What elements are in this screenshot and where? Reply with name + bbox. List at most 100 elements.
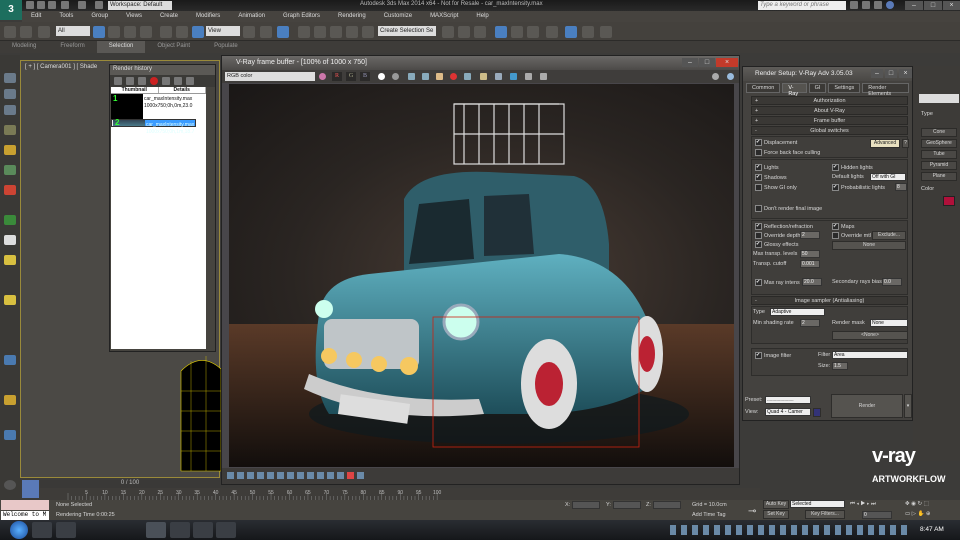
render-icon[interactable]: [4, 89, 16, 99]
close-button[interactable]: ×: [943, 1, 960, 10]
set-key-button[interactable]: Set Key: [763, 510, 789, 519]
max-transp-field[interactable]: 50: [800, 250, 820, 258]
override-depth-checkbox[interactable]: Override depth: [755, 232, 800, 239]
show-gi-only-checkbox[interactable]: Show GI only: [755, 184, 797, 191]
tab-freeform[interactable]: Freeform: [48, 41, 96, 53]
plane-button[interactable]: Plane: [921, 172, 957, 181]
rendered-image[interactable]: [229, 84, 734, 467]
viewport-nav-controls[interactable]: ✥ ◉ ↻ ⬚: [905, 501, 929, 507]
rollout-authorization[interactable]: Authorization: [751, 96, 908, 105]
exclude-button[interactable]: Exclude...: [872, 231, 906, 240]
vfb-close-button[interactable]: ×: [716, 58, 738, 67]
menu-help[interactable]: Help: [467, 11, 497, 22]
lock-view-icon[interactable]: [813, 408, 821, 417]
channel-dropdown[interactable]: RGB color: [225, 72, 315, 81]
clock[interactable]: 8:47 AM: [920, 526, 944, 533]
reflection-refraction-checkbox[interactable]: Reflection/refraction: [755, 223, 813, 230]
tab-vray[interactable]: V-Ray: [782, 83, 807, 97]
render-icon[interactable]: [727, 73, 734, 80]
default-lights-dropdown[interactable]: Off with GI: [870, 173, 906, 181]
hidden-lights-checkbox[interactable]: Hidden lights: [832, 164, 873, 171]
save-icon[interactable]: [48, 1, 56, 9]
override-mtl-checkbox[interactable]: Override mtl: [832, 232, 871, 239]
menu-graph-editors[interactable]: Graph Editors: [274, 11, 329, 22]
y-coordinate-field[interactable]: [613, 501, 641, 509]
skype-task[interactable]: [80, 522, 100, 538]
menu-views[interactable]: Views: [117, 11, 151, 22]
key-icon[interactable]: ⊸: [748, 506, 756, 517]
key-filters-button[interactable]: Key Filters...: [805, 510, 845, 519]
filter-size-field[interactable]: 1.5: [832, 362, 848, 370]
mono-icon[interactable]: [392, 73, 399, 80]
current-frame-field[interactable]: 0: [862, 511, 892, 519]
maxscript-listener-top[interactable]: [1, 500, 49, 510]
track-mouse-icon[interactable]: [480, 73, 487, 80]
tools-icon[interactable]: [862, 1, 870, 9]
force-back-face-culling-checkbox[interactable]: Force back face culling: [755, 149, 820, 156]
star-icon[interactable]: [874, 1, 882, 9]
named-selection-dropdown[interactable]: Create Selection Se: [378, 26, 436, 36]
preset-dropdown[interactable]: --------------------: [765, 396, 811, 404]
white-balance-icon[interactable]: [297, 472, 304, 479]
rs-close-button[interactable]: ×: [899, 69, 912, 78]
rs-minimize-button[interactable]: –: [871, 69, 883, 78]
pixel-info-icon[interactable]: [357, 472, 364, 479]
tab-populate[interactable]: Populate: [202, 41, 250, 53]
rotate-icon[interactable]: [176, 26, 188, 38]
binoculars-icon[interactable]: [850, 1, 858, 9]
viewport-label[interactable]: [ + ] [ Camera001 ] [ Shade: [25, 64, 97, 70]
help-button[interactable]: ?: [902, 139, 909, 148]
search-input[interactable]: Type a keyword or phrase: [758, 1, 846, 10]
3dsmax-task[interactable]: [146, 522, 166, 538]
menu-animation[interactable]: Animation: [229, 11, 274, 22]
link-icon[interactable]: [4, 26, 16, 38]
override-depth-field[interactable]: 2: [800, 231, 820, 239]
schematic-view-icon[interactable]: [527, 26, 539, 38]
selection-region-icon[interactable]: [124, 26, 136, 38]
menu-maxscript[interactable]: MAXScript: [421, 11, 467, 22]
history-row-selected[interactable]: 2 car_maxIntensity.max 1000x750;0h,1m,18.…: [111, 119, 197, 135]
render-mask-none-button[interactable]: <None>: [832, 331, 908, 340]
probabilistic-lights-checkbox[interactable]: Probabilistic lights: [832, 184, 885, 191]
menu-rendering[interactable]: Rendering: [329, 11, 375, 22]
tab-object-paint[interactable]: Object Paint: [145, 41, 202, 53]
curve-editor-icon[interactable]: [511, 26, 523, 38]
rollout-image-sampler[interactable]: Image sampler (Antialiasing): [751, 296, 908, 305]
track-bar[interactable]: 5 10 15 20 25 30 35 40 45 50 55 60 65 70 75 80 85 90 95 100: [40, 488, 760, 500]
app-task[interactable]: [122, 522, 142, 538]
compare-icon[interactable]: [162, 77, 170, 85]
bind-space-warp-icon[interactable]: [38, 26, 50, 38]
maxscript-listener[interactable]: Welcome to M: [1, 511, 49, 520]
view-dropdown[interactable]: Quad 4 - Camer: [765, 408, 811, 416]
outlook-task[interactable]: [100, 522, 120, 538]
sphere-icon[interactable]: [4, 145, 16, 155]
column-header-details[interactable]: Details: [159, 87, 206, 93]
angle-snap-icon[interactable]: [314, 26, 326, 38]
save-icon[interactable]: [126, 77, 134, 85]
render-setup-icon[interactable]: [565, 26, 577, 38]
chrome-task[interactable]: [56, 522, 76, 538]
move-icon[interactable]: [160, 26, 172, 38]
tab-selection[interactable]: Selection: [96, 41, 146, 53]
help-circle-icon[interactable]: [4, 480, 16, 490]
history-row[interactable]: 1 car_maxIntensity.max 1000x750;0h,0m,23.…: [111, 94, 206, 119]
save-all-icon[interactable]: [422, 73, 429, 80]
clear-icon[interactable]: [450, 73, 457, 80]
key-mode-dropdown[interactable]: Selected: [790, 500, 845, 508]
reference-coord-dropdown[interactable]: View: [206, 26, 240, 36]
flip-h-icon[interactable]: [337, 472, 344, 479]
maximize-button[interactable]: □: [924, 1, 942, 10]
explorer-task[interactable]: [32, 522, 52, 538]
image-filter-checkbox[interactable]: Image filter: [755, 352, 791, 359]
red-channel-button[interactable]: R: [332, 72, 342, 81]
green-channel-button[interactable]: G: [346, 72, 356, 81]
auto-key-button[interactable]: Auto Key: [763, 500, 789, 509]
spinner-snap-icon[interactable]: [346, 26, 358, 38]
scale-icon[interactable]: [192, 26, 204, 38]
tab-settings[interactable]: Settings: [828, 83, 861, 93]
snaps-toggle-icon[interactable]: [298, 26, 310, 38]
menu-group[interactable]: Group: [82, 11, 117, 22]
tab-render-elements[interactable]: Render Elements: [862, 83, 909, 97]
displacement-checkbox[interactable]: Displacement: [755, 139, 797, 146]
edit-named-selection-icon[interactable]: [362, 26, 374, 38]
